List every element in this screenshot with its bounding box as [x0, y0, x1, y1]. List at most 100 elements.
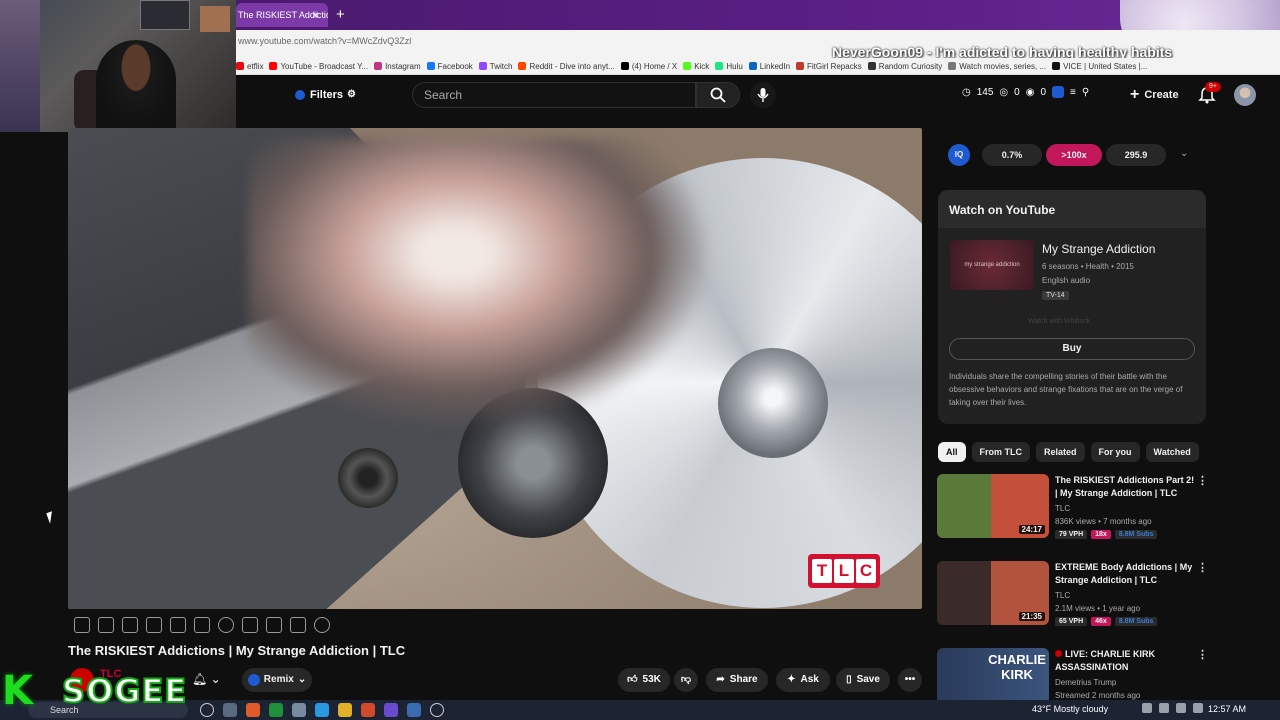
taskbar-clock[interactable]: 12:57 AM [1208, 704, 1246, 714]
edge-app-icon[interactable] [315, 703, 329, 717]
camera-icon[interactable] [266, 617, 282, 633]
bookmark-item[interactable]: FitGirl Repacks [796, 62, 862, 71]
app-icon[interactable] [292, 703, 306, 717]
battery-icon[interactable] [1193, 703, 1203, 713]
iq-filter-icon [295, 90, 305, 100]
chip-all[interactable]: All [938, 442, 966, 462]
picture-in-picture-icon[interactable] [170, 617, 186, 633]
taskbar-weather[interactable]: 43°F Mostly cloudy [1032, 704, 1108, 714]
ask-label: Ask [800, 674, 819, 685]
sparkle-icon: ✦ [787, 674, 796, 685]
dislike-button[interactable]: 👎︎ [674, 668, 698, 692]
frame-step-icon[interactable] [242, 617, 258, 633]
rec-channel[interactable]: TLC [1055, 591, 1070, 600]
more-vert-icon[interactable]: ⋮ [1197, 561, 1208, 574]
share-button[interactable]: ➦ Share [706, 668, 768, 692]
account-avatar[interactable] [1234, 84, 1256, 106]
more-vert-icon[interactable]: ⋮ [1197, 648, 1207, 661]
keyboard-icon[interactable] [290, 617, 306, 633]
browser-app-icon[interactable] [246, 703, 260, 717]
folder-app-icon[interactable] [338, 703, 352, 717]
more-vert-icon[interactable]: ⋮ [1197, 474, 1208, 487]
bookmark-item[interactable]: (4) Home / X [620, 62, 677, 71]
speed-gauge-icon[interactable] [218, 617, 234, 633]
show-title[interactable]: My Strange Addiction [1042, 242, 1155, 256]
new-tab-button[interactable]: + [336, 4, 350, 26]
discord-app-icon[interactable] [384, 703, 398, 717]
list-item[interactable]: 24:17 The RISKIEST Addictions Part 2! | … [937, 474, 1208, 539]
bookmark-item[interactable]: Kick [683, 62, 709, 71]
rec-meta: Streamed 2 months ago [1055, 691, 1141, 700]
search-input[interactable]: Search [412, 82, 696, 108]
steam-app-icon[interactable] [407, 703, 421, 717]
filters-button[interactable]: Filters ⚙ [290, 84, 360, 106]
ask-button[interactable]: ✦ Ask [776, 668, 830, 692]
audio-wave-icon[interactable] [98, 617, 114, 633]
bookmark-item[interactable]: YouTube - Broadcast Y... [269, 62, 368, 71]
search-button[interactable] [696, 82, 740, 108]
save-button[interactable]: ▯ Save [836, 668, 890, 692]
bookmark-item[interactable]: LinkedIn [748, 62, 790, 71]
chip-for-you[interactable]: For you [1090, 442, 1140, 462]
rec-title[interactable]: LIVE: CHARLIE KIRK ASSASSINATION [1055, 648, 1195, 674]
bookmark-favicon-icon [715, 62, 724, 70]
bookmark-favicon-icon [426, 62, 435, 70]
subs-badge: 8.8M Subs [1114, 530, 1158, 539]
show-rating-badge: TV-14 [1042, 291, 1069, 300]
list-icon[interactable]: ≡ [1070, 87, 1076, 98]
bookmark-item[interactable]: Twitch [478, 61, 513, 71]
chevron-down-icon[interactable]: ⌄ [1180, 148, 1188, 159]
settings-gear-icon[interactable] [314, 617, 330, 633]
bookmark-label: Reddit - Dive into anyt... [529, 61, 615, 71]
bookmark-item[interactable]: Hulu [715, 62, 743, 71]
obs-app-icon[interactable] [430, 703, 444, 717]
bookmark-item[interactable]: VICE | United States |... [1052, 62, 1147, 71]
bookmark-item[interactable]: Reddit - Dive into anyt... [518, 61, 615, 71]
chip-watched[interactable]: Watched [1145, 442, 1199, 462]
media-app-icon[interactable] [361, 703, 375, 717]
chip-related[interactable]: Related [1036, 442, 1085, 462]
network-icon[interactable] [1159, 703, 1169, 713]
bookmark-item[interactable]: Facebook [426, 62, 473, 71]
video-thumbnail[interactable]: CHARLIE KIRK [937, 648, 1049, 700]
desktop-icon[interactable] [223, 703, 237, 717]
bookmark-item[interactable]: etflix [236, 62, 263, 71]
voice-search-button[interactable] [750, 82, 776, 108]
theater-mode-icon[interactable] [194, 617, 210, 633]
list-item[interactable]: CHARLIE KIRK LIVE: CHARLIE KIRK ASSASSIN… [937, 648, 1207, 700]
loop-icon[interactable] [74, 617, 90, 633]
bookmark-item[interactable]: Watch movies, series, ... [948, 62, 1046, 71]
task-view-icon[interactable] [200, 703, 214, 717]
rec-title[interactable]: EXTREME Body Addictions | My Strange Add… [1055, 561, 1195, 587]
list-item[interactable]: 21:35 EXTREME Body Addictions | My Stran… [937, 561, 1208, 626]
subs-badge: 8.8M Subs [1114, 617, 1158, 626]
rec-meta: 836K views • 7 months ago [1055, 517, 1152, 526]
streamer-logo-text: SOGEE [61, 671, 188, 711]
tab-close-icon[interactable]: × [312, 3, 326, 27]
bookmark-item[interactable]: Instagram [374, 62, 421, 71]
video-thumbnail[interactable]: 21:35 [937, 561, 1049, 625]
rec-channel[interactable]: TLC [1055, 504, 1070, 513]
video-thumbnail[interactable]: 24:17 [937, 474, 1049, 538]
buy-button[interactable]: Buy [949, 338, 1195, 360]
trophy-icon[interactable]: ⚲ [1082, 87, 1089, 98]
screen-filter-icon[interactable] [122, 617, 138, 633]
video-player[interactable]: T L C [68, 128, 922, 609]
more-actions-button[interactable]: ••• [898, 668, 922, 692]
subscription-bell-icon[interactable]: 🔔︎ ⌄ [192, 672, 221, 686]
tray-chevron-icon[interactable] [1142, 703, 1152, 713]
rec-channel[interactable]: Demetrius Trump [1055, 678, 1116, 687]
like-button[interactable]: 👍︎ 53K [618, 668, 670, 692]
film-strip-icon[interactable] [146, 617, 162, 633]
volume-icon[interactable] [1176, 703, 1186, 713]
bookmark-item[interactable]: Random Curiosity [867, 62, 942, 71]
spreadsheet-app-icon[interactable] [269, 703, 283, 717]
show-thumbnail[interactable]: my strange addiction [950, 240, 1034, 290]
url-field[interactable]: www.youtube.com/watch?v=MWcZdvQ3Zzl [238, 36, 838, 46]
chip-from-tlc[interactable]: From TLC [971, 442, 1031, 462]
bookmark-label: Twitch [489, 61, 513, 71]
create-button[interactable]: + Create [1126, 83, 1184, 107]
iq-extension-icon[interactable] [1052, 86, 1065, 98]
rec-title[interactable]: The RISKIEST Addictions Part 2! | My Str… [1055, 474, 1195, 500]
remix-button[interactable]: Remix ⌄ [242, 668, 312, 692]
